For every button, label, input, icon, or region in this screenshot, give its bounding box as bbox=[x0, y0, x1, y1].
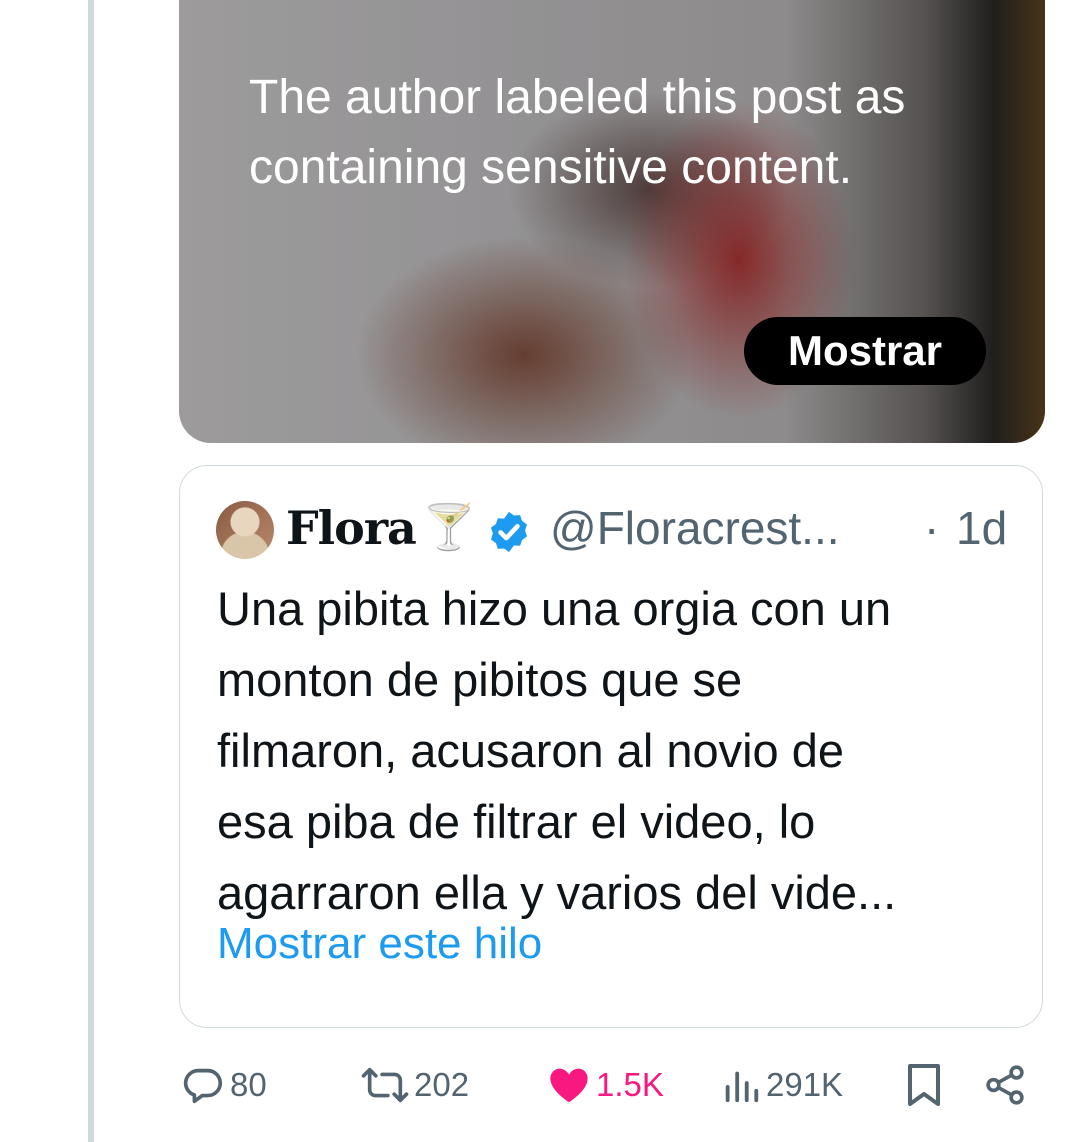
like-count: 1.5K bbox=[596, 1066, 664, 1103]
separator-dot: · bbox=[924, 502, 940, 554]
like-button[interactable]: 1.5K bbox=[546, 1050, 664, 1120]
views-button[interactable]: 291K bbox=[720, 1050, 843, 1120]
display-name-text: Flora bbox=[286, 501, 417, 555]
reply-icon bbox=[183, 1068, 223, 1104]
share-button[interactable] bbox=[982, 1050, 1028, 1120]
bookmark-icon bbox=[908, 1064, 940, 1106]
reply-count: 80 bbox=[230, 1066, 267, 1103]
quoted-post[interactable]: Flora 🍸 @Floracrest... · 1d Una pibita h… bbox=[179, 465, 1043, 1028]
reply-button[interactable]: 80 bbox=[180, 1050, 267, 1120]
verified-badge-icon bbox=[490, 511, 528, 553]
heart-icon bbox=[550, 1068, 588, 1103]
sensitive-content-warning: The author labeled this post as containi… bbox=[249, 71, 906, 194]
views-count: 291K bbox=[766, 1066, 844, 1103]
action-bar: 80 202 1.5K 291K bbox=[0, 1050, 1080, 1120]
quoted-post-text: Una pibita hizo una orgia con un monton … bbox=[217, 582, 897, 919]
repost-icon bbox=[361, 1067, 409, 1103]
handle[interactable]: @Floracrest... bbox=[550, 496, 840, 560]
show-thread-link[interactable]: Mostrar este hilo bbox=[217, 914, 542, 974]
avatar[interactable] bbox=[216, 501, 274, 559]
display-name[interactable]: Flora 🍸 bbox=[286, 496, 477, 560]
sensitive-media[interactable]: The author labeled this post as containi… bbox=[179, 0, 1045, 443]
show-media-button[interactable]: Mostrar bbox=[744, 317, 986, 385]
thread-line bbox=[88, 0, 94, 1142]
cocktail-emoji-icon: 🍸 bbox=[421, 502, 477, 553]
views-icon bbox=[725, 1071, 759, 1103]
timestamp[interactable]: 1d bbox=[956, 496, 1007, 560]
repost-button[interactable]: 202 bbox=[360, 1050, 469, 1120]
repost-count: 202 bbox=[414, 1066, 470, 1103]
bookmark-button[interactable] bbox=[902, 1050, 946, 1120]
share-icon bbox=[986, 1065, 1024, 1105]
post-detail: The author labeled this post as containi… bbox=[0, 0, 1080, 1142]
